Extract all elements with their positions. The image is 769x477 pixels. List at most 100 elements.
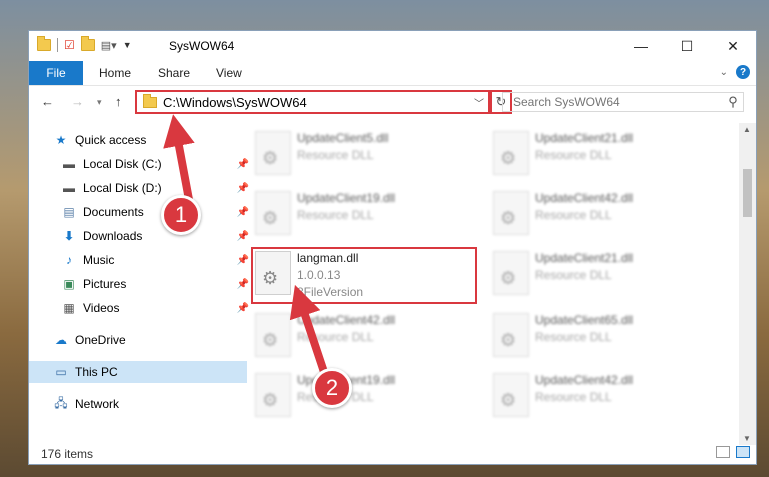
sidebar-item-music[interactable]: ♪ Music 📌 [29,249,255,271]
vertical-scrollbar[interactable]: ▲ ▼ [739,123,756,445]
folder-icon[interactable] [37,36,51,51]
window-controls: — ☐ ✕ [618,31,756,61]
tab-home[interactable]: Home [99,66,131,80]
sidebar-item-this-pc[interactable]: ▭ This PC [29,361,247,383]
item-count: 176 items [41,447,94,461]
sidebar-item-label: Network [75,397,120,411]
help-icon[interactable]: ? [736,65,750,79]
pictures-icon: ▣ [63,277,75,291]
close-button[interactable]: ✕ [710,31,756,61]
scroll-up-icon[interactable]: ▲ [743,125,751,134]
file-tile[interactable]: ⚙ UpdateClient19.dll Resource DLL [249,369,477,421]
dll-file-icon: ⚙ [255,313,291,357]
search-icon[interactable]: ⚲ [723,94,743,110]
file-type: Resource DLL [535,208,612,222]
file-tile[interactable]: ⚙ UpdateClient19.dll Resource DLL [249,187,477,239]
file-tile[interactable]: ⚙ UpdateClient42.dll Resource DLL [249,309,477,361]
tab-share[interactable]: Share [158,66,190,80]
scroll-thumb[interactable] [743,169,752,217]
sidebar-item-onedrive[interactable]: ☁ OneDrive [29,329,247,351]
file-type: Resource DLL [535,268,612,282]
sidebar-item-quick-access[interactable]: ★ Quick access [29,129,247,151]
music-icon: ♪ [66,253,72,267]
explorer-window: ☑ ▤▾ ▼ SysWOW64 — ☐ ✕ File Home Share Vi… [28,30,757,465]
dll-file-icon: ⚙ [493,373,529,417]
window-title: SysWOW64 [169,39,235,53]
sidebar-item-label: Music [83,253,115,267]
download-icon: ⬇ [63,229,75,243]
dll-file-icon: ⚙ [255,131,291,175]
dll-file-icon: ⚙ [493,131,529,175]
file-tile[interactable]: ⚙ UpdateClient21.dll Resource DLL [487,247,715,299]
recent-locations-icon[interactable]: ▾ [97,97,102,108]
file-name: UpdateClient19.dll [297,191,396,205]
sidebar-item-downloads[interactable]: ⬇ Downloads 📌 [29,225,255,247]
view-toggles [716,446,750,458]
search-input[interactable] [511,94,723,110]
sidebar-item-label: This PC [75,365,118,379]
drive-icon: ▬ [63,181,75,195]
tab-file[interactable]: File [29,61,83,85]
videos-icon: ▦ [63,301,75,315]
computer-icon: ▭ [55,365,67,379]
expand-ribbon-icon[interactable]: ⌄ [720,67,728,78]
details-view-icon[interactable] [716,446,730,458]
langman-highlight-box [251,247,477,304]
sidebar-item-local-disk-d[interactable]: ▬ Local Disk (D:) 📌 [29,177,255,199]
qat-dropdown-icon[interactable]: ▼ [123,40,132,50]
file-name: UpdateClient21.dll [535,131,634,145]
ribbon-right: ⌄ ? [720,65,750,79]
maximize-button[interactable]: ☐ [664,31,710,61]
file-name: UpdateClient65.dll [535,313,634,327]
sidebar-item-label: Local Disk (C:) [83,157,162,171]
tab-view[interactable]: View [216,66,242,80]
status-bar: 176 items [29,442,756,464]
file-tile[interactable]: ⚙ UpdateClient21.dll Resource DLL [487,127,715,179]
navigation-pane: ★ Quick access ▬ Local Disk (C:) 📌 ▬ Loc… [29,123,249,445]
dll-file-icon: ⚙ [255,191,291,235]
sidebar-item-pictures[interactable]: ▣ Pictures 📌 [29,273,255,295]
folder-icon [143,93,157,108]
file-tile[interactable]: ⚙ UpdateClient42.dll Resource DLL [487,369,715,421]
file-type: Resource DLL [535,148,612,162]
sidebar-item-videos[interactable]: ▦ Videos 📌 [29,297,255,319]
title-bar: ☑ ▤▾ ▼ SysWOW64 — ☐ ✕ [29,31,756,61]
network-icon: 🖧 [54,395,68,410]
up-icon[interactable]: ↑ [115,94,122,109]
back-icon[interactable]: ← [41,94,54,109]
file-tile[interactable]: ⚙ UpdateClient65.dll Resource DLL [487,309,715,361]
file-type: Resource DLL [297,330,374,344]
file-name: UpdateClient21.dll [535,251,634,265]
forward-icon[interactable]: → [71,94,84,109]
file-name: UpdateClient42.dll [297,313,396,327]
quick-access-toolbar: ☑ ▤▾ ▼ [37,36,132,52]
sidebar-item-label: Local Disk (D:) [83,181,162,195]
sidebar-item-label: Quick access [75,133,147,147]
sidebar-item-local-disk-c[interactable]: ▬ Local Disk (C:) 📌 [29,153,255,175]
minimize-button[interactable]: — [618,31,664,61]
sidebar-item-label: OneDrive [75,333,126,347]
dll-file-icon: ⚙ [255,373,291,417]
sidebar-item-documents[interactable]: ▤ Documents 📌 [29,201,255,223]
file-type: Resource DLL [297,148,374,162]
new-folder-icon[interactable] [80,36,95,51]
address-bar[interactable]: C:\Windows\SysWOW64 ﹀ [135,90,490,114]
dll-file-icon: ⚙ [493,313,529,357]
search-box[interactable]: ⚲ [502,92,744,112]
documents-icon: ▤ [63,205,75,219]
navigation-bar: ← → ▾ ↑ C:\Windows\SysWOW64 ﹀ ↻ ⚲ [29,87,756,117]
customize-qat-icon[interactable]: ▤▾ [101,39,117,52]
file-tile[interactable]: ⚙ UpdateClient42.dll Resource DLL [487,187,715,239]
file-name: UpdateClient5.dll [297,131,389,145]
file-type: Resource DLL [535,390,612,404]
sidebar-item-label: Videos [83,301,120,315]
sidebar-item-network[interactable]: 🖧 Network [29,393,247,415]
sidebar-item-label: Pictures [83,277,127,291]
address-dropdown-icon[interactable]: ﹀ [470,95,488,110]
drive-icon: ▬ [63,157,75,171]
properties-check-icon[interactable]: ☑ [64,38,75,52]
tiles-view-icon[interactable] [736,446,750,458]
dll-file-icon: ⚙ [493,191,529,235]
file-tile[interactable]: ⚙ UpdateClient5.dll Resource DLL [249,127,477,179]
star-icon: ★ [55,133,67,147]
